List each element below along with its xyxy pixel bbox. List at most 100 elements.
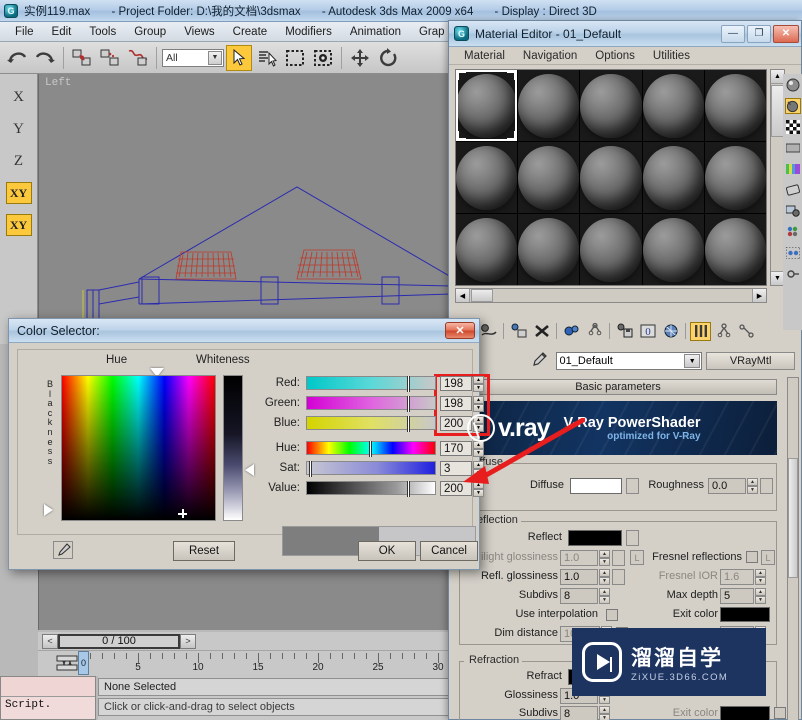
use-interpolation-checkbox[interactable] [606,609,618,621]
reflection-exit-color-swatch[interactable] [720,607,770,622]
selection-filter-combo[interactable]: All ▼ [162,48,224,67]
green-input[interactable]: 198 [440,396,472,411]
green-slider-track[interactable] [306,396,436,412]
me-menu-options[interactable]: Options [586,50,644,62]
fresnel-ior-spinner[interactable]: ▲ ▼ [755,569,766,585]
close-button[interactable]: ✕ [773,24,799,43]
max-depth-spinner[interactable]: ▲ ▼ [755,588,766,604]
fresnel-lock-button[interactable]: L [761,550,775,565]
hilight-glossiness-lock-button[interactable]: L [630,550,644,565]
refraction-subdivs-input[interactable]: 8 [560,706,598,720]
whiteness-bar[interactable] [223,375,243,521]
axis-xy-flyout-button[interactable]: XY [5,214,32,236]
hilight-glossiness-map-button[interactable] [612,550,625,566]
sample-slot-13[interactable] [580,214,642,285]
basic-parameters-rollout-header[interactable]: Basic parameters [459,379,777,395]
eyedropper-icon[interactable] [530,351,548,371]
red-input[interactable]: 198 [440,376,472,391]
scroll-thumb-horizontal[interactable] [471,289,493,302]
next-frame-button[interactable]: > [180,633,196,649]
blue-slider-track[interactable] [306,416,436,432]
reflect-color-swatch[interactable] [568,530,622,546]
sample-slot-7[interactable] [518,142,580,213]
menu-views[interactable]: Views [175,25,223,39]
value-spinner[interactable]: ▲ ▼ [473,481,484,497]
red-slider-track[interactable] [306,376,436,392]
track-bar[interactable]: 0 5 10 15 20 25 30 [38,650,450,676]
background-checker-icon[interactable] [785,119,801,135]
make-unique-icon[interactable] [584,322,605,341]
cancel-button[interactable]: Cancel [420,541,478,561]
maximize-button[interactable]: ❐ [747,24,771,43]
green-spinner[interactable]: ▲ ▼ [473,396,484,412]
maxscript-input-line[interactable] [1,677,95,697]
current-frame-field[interactable]: 0 / 100 [58,633,180,649]
minimize-button[interactable]: — [721,24,745,43]
sample-slot-12[interactable] [518,214,580,285]
sat-spinner[interactable]: ▲ ▼ [473,461,484,477]
refl-glossiness-spinner[interactable]: ▲ ▼ [599,569,610,585]
axis-z-button[interactable]: Z [6,150,32,172]
show-map-in-viewport-icon[interactable] [660,322,681,341]
material-id-channel-icon[interactable] [785,266,801,282]
me-menu-utilities[interactable]: Utilities [644,50,699,62]
sample-slot-15[interactable] [704,214,766,285]
put-to-library-icon[interactable] [614,322,635,341]
video-color-check-icon[interactable] [785,161,801,177]
params-scroll-thumb[interactable] [788,458,798,578]
material-params-scrollbar[interactable] [787,377,799,720]
sat-slider-track[interactable] [306,461,436,477]
value-input[interactable]: 200 [440,481,472,496]
undo-icon[interactable] [4,45,30,71]
refraction-exit-color-checkbox[interactable] [774,707,786,719]
select-and-link-icon[interactable] [69,45,95,71]
go-to-parent-icon[interactable] [713,322,734,341]
material-map-navigator-icon[interactable] [785,224,801,240]
axis-x-button[interactable]: X [6,86,32,108]
reset-button[interactable]: Reset [173,541,235,561]
scroll-left-arrow-icon[interactable]: ◀ [456,289,470,302]
refl-glossiness-map-button[interactable] [612,569,625,585]
color-selector-eyedropper-icon[interactable] [53,541,73,559]
red-spinner[interactable]: ▲ ▼ [473,376,484,392]
menu-animation[interactable]: Animation [341,25,410,39]
select-and-rotate-icon[interactable] [375,45,401,71]
hilight-glossiness-spinner[interactable]: ▲ ▼ [599,550,610,566]
blackness-marker-triangle[interactable] [44,504,53,516]
sample-slot-2[interactable] [518,70,580,141]
fresnel-reflections-checkbox[interactable] [746,551,758,563]
sample-slot-8[interactable] [580,142,642,213]
sample-slot-1[interactable] [456,70,518,141]
put-material-to-scene-icon[interactable] [478,322,499,341]
me-menu-navigation[interactable]: Navigation [514,50,586,62]
hue-spinner[interactable]: ▲ ▼ [473,441,484,457]
sample-slot-9[interactable] [642,142,704,213]
backlight-icon[interactable] [784,98,801,114]
color-selector-close-button[interactable]: ✕ [445,322,475,339]
options-icon[interactable] [785,203,801,219]
sample-slot-5[interactable] [704,70,766,141]
me-menu-material[interactable]: Material [455,50,514,62]
redo-icon[interactable] [32,45,58,71]
reflect-map-button[interactable] [626,530,639,546]
hue-slider-track[interactable] [306,441,436,457]
roughness-map-button[interactable] [760,478,773,494]
go-forward-to-sibling-icon[interactable] [736,322,757,341]
material-type-button[interactable]: VRayMtl [706,352,795,370]
sample-slot-3[interactable] [580,70,642,141]
value-slider-track[interactable] [306,481,436,497]
menu-group[interactable]: Group [125,25,175,39]
make-preview-icon[interactable] [785,182,801,198]
sample-type-sphere-icon[interactable] [785,77,801,93]
reflection-subdivs-input[interactable]: 8 [560,588,598,604]
menu-file[interactable]: File [6,25,43,39]
axis-xy-button[interactable]: XY [5,182,32,204]
open-mini-curve-editor-icon[interactable] [56,654,78,672]
max-depth-input[interactable]: 5 [720,588,754,604]
roughness-spinner[interactable]: ▲ ▼ [747,478,758,494]
fresnel-ior-input[interactable]: 1.6 [720,569,754,585]
sample-slot-11[interactable] [456,214,518,285]
rectangular-selection-region-icon[interactable] [282,45,308,71]
scroll-right-arrow-icon[interactable]: ▶ [752,289,766,302]
slots-horizontal-scrollbar[interactable]: ◀ ▶ [455,288,767,303]
